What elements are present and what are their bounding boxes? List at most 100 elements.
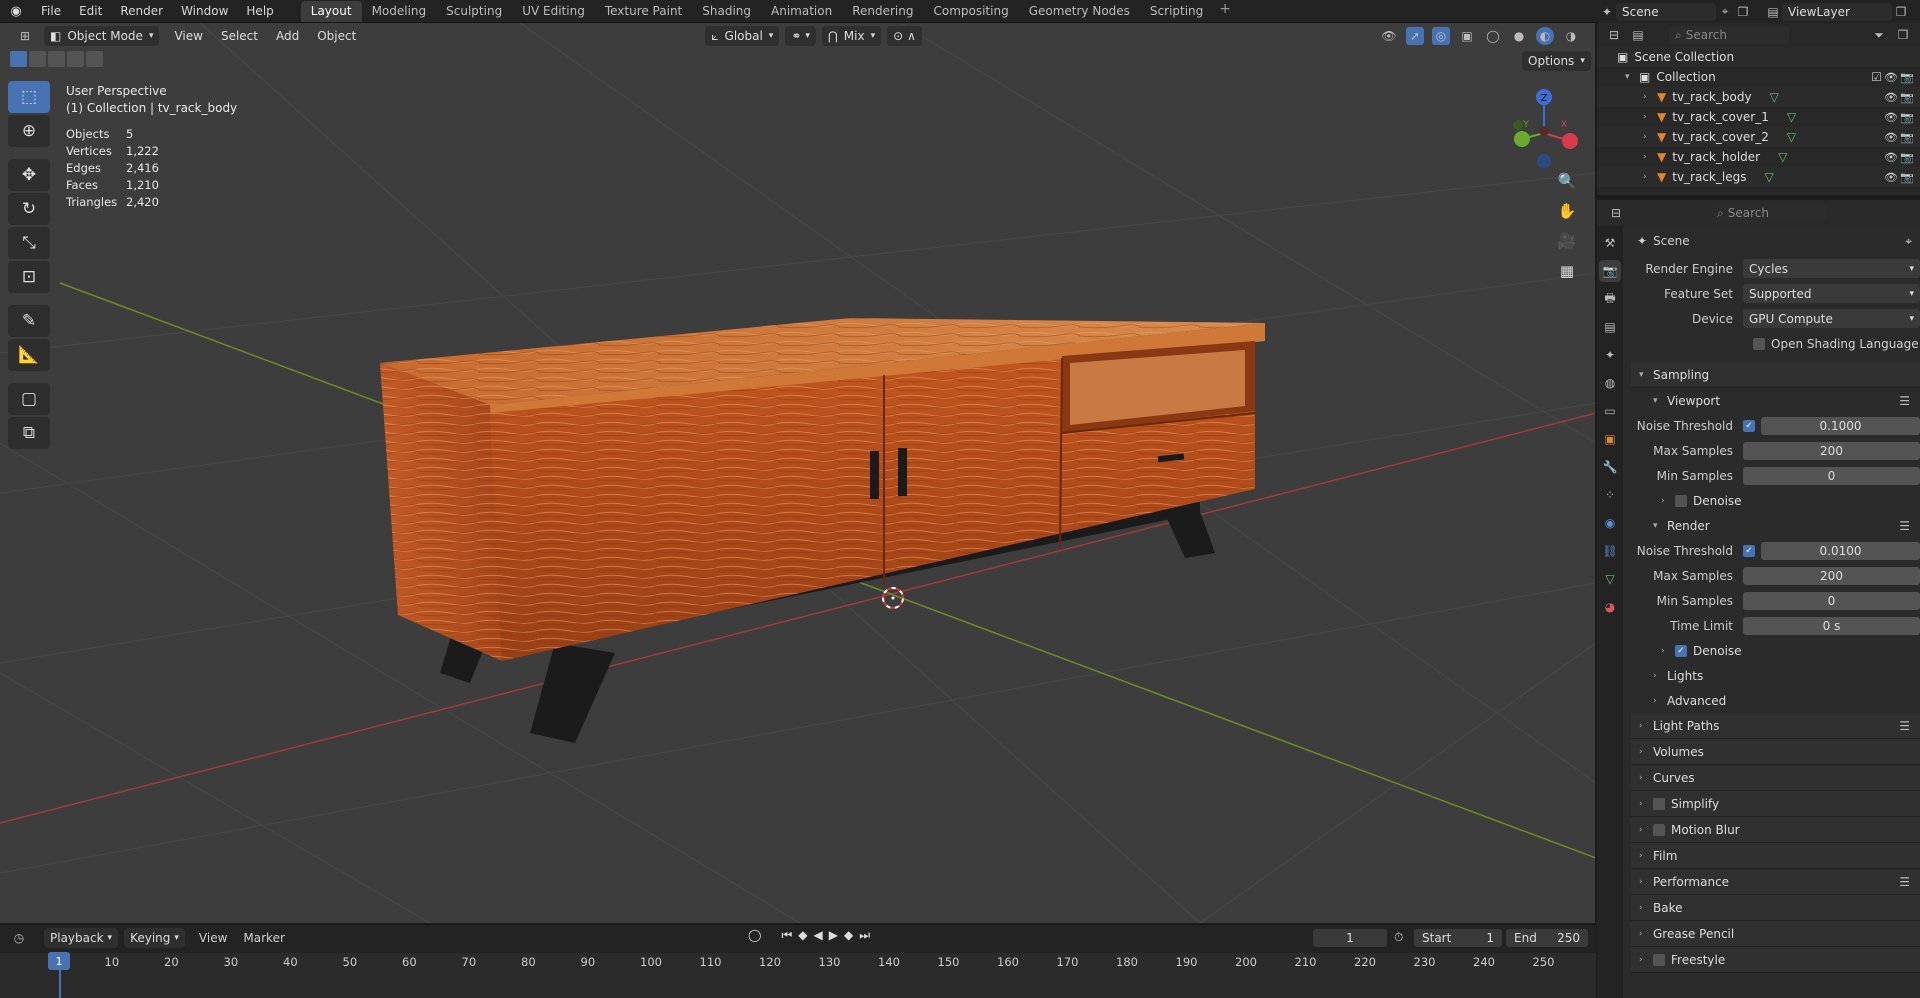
blender-logo-icon[interactable]: ◉ [0, 4, 32, 19]
tab-uv-editing[interactable]: UV Editing [512, 1, 595, 22]
vp-min-samples-field[interactable]: 0 [1743, 466, 1920, 485]
next-keyframe-icon[interactable]: ◆ [844, 928, 853, 943]
select-intersect-icon[interactable] [86, 51, 103, 67]
r-time-limit-field[interactable]: 0 s [1743, 616, 1920, 635]
view-layer-field[interactable]: ViewLayer [1782, 2, 1892, 21]
snap-dropdown[interactable]: ⋂ Mix ▾ [821, 26, 882, 46]
freestyle-checkbox[interactable] [1653, 953, 1665, 966]
mesh-data-icon[interactable]: ▽ [1770, 90, 1779, 104]
scene-name-field[interactable]: Scene [1616, 2, 1716, 21]
add-cube-tool-icon[interactable]: ▢ [8, 383, 50, 415]
chevron-right-icon[interactable]: › [1643, 132, 1657, 142]
play-reverse-icon[interactable]: ◀ [813, 928, 822, 943]
3d-viewport[interactable]: ⊞ ◧ Object Mode ▾ View Select Add Object… [0, 23, 1596, 923]
camera-view-icon[interactable]: 🎥 [1554, 229, 1580, 253]
freestyle-section[interactable]: › Freestyle [1631, 947, 1920, 973]
eye-icon[interactable]: 👁 [1884, 91, 1898, 104]
render-subsection[interactable]: ▾ Render ☰ [1631, 513, 1920, 538]
tab-rendering[interactable]: Rendering [842, 1, 923, 22]
playback-menu[interactable]: Playback ▾ [44, 928, 119, 948]
options-dropdown[interactable]: Options ▾ [1522, 51, 1591, 71]
scene-icon[interactable]: ✦ [1598, 3, 1616, 21]
render-camera-icon[interactable]: 📷 [1900, 151, 1914, 164]
outliner-object-row[interactable]: › ▼ tv_rack_cover_2 ▽ 👁 📷 [1597, 127, 1920, 147]
r-max-samples-field[interactable]: 200 [1743, 566, 1920, 585]
presets-list-icon[interactable]: ☰ [1899, 394, 1910, 408]
frame-ruler[interactable]: 10 20 30 40 50 60 70 80 90 100 110 120 130 140 150 160 1… [0, 953, 1596, 973]
select-extend-icon[interactable] [29, 51, 46, 67]
tab-layout[interactable]: Layout [300, 0, 362, 22]
device-dropdown[interactable]: GPU Compute ▾ [1743, 309, 1920, 328]
mesh-data-icon[interactable]: ▽ [1764, 170, 1773, 184]
performance-section[interactable]: › Performance ☰ [1631, 869, 1920, 895]
end-frame-field[interactable]: End 250 [1506, 929, 1588, 947]
chevron-down-icon[interactable]: ▾ [1625, 72, 1639, 82]
ortho-grid-icon[interactable]: ▦ [1554, 259, 1580, 283]
material-tab-icon[interactable]: ◕ [1599, 596, 1621, 618]
start-frame-field[interactable]: Start 1 [1414, 929, 1502, 947]
display-mode-icon[interactable]: ▤ [1629, 26, 1647, 44]
feature-set-dropdown[interactable]: Supported ▾ [1743, 284, 1920, 303]
tab-shading[interactable]: Shading [692, 1, 761, 22]
osl-checkbox[interactable] [1753, 337, 1765, 350]
solid-shading-icon[interactable]: ● [1510, 27, 1528, 45]
view-layer-tab-icon[interactable]: ▤ [1599, 316, 1621, 338]
outliner-search-input[interactable]: ⌕ Search [1669, 26, 1789, 44]
vp-noise-checkbox[interactable]: ✓ [1743, 419, 1755, 432]
vp-max-samples-field[interactable]: 200 [1743, 441, 1920, 460]
menu-file[interactable]: File [32, 4, 70, 18]
menu-add[interactable]: Add [267, 29, 308, 43]
prev-keyframe-icon[interactable]: ◆ [798, 928, 807, 943]
select-invert-icon[interactable] [67, 51, 84, 67]
timeline-marker-menu[interactable]: Marker [235, 931, 292, 945]
menu-edit[interactable]: Edit [70, 4, 111, 18]
render-camera-icon[interactable]: 📷 [1900, 71, 1914, 84]
timeline-view-menu[interactable]: View [191, 931, 235, 945]
chevron-right-icon[interactable]: › [1643, 92, 1657, 102]
transform-orientation-dropdown[interactable]: ⟀ Global ▾ [705, 26, 780, 46]
simplify-checkbox[interactable] [1653, 797, 1665, 810]
render-engine-dropdown[interactable]: Cycles ▾ [1743, 259, 1920, 278]
world-tab-icon[interactable]: ◍ [1599, 372, 1621, 394]
outliner-object-row[interactable]: › ▼ tv_rack_legs ▽ 👁 📷 [1597, 167, 1920, 187]
menu-window[interactable]: Window [172, 4, 237, 18]
menu-object[interactable]: Object [308, 29, 365, 43]
new-collection-icon[interactable]: ❐ [1894, 26, 1912, 44]
pan-hand-icon[interactable]: ✋ [1554, 199, 1580, 223]
tab-scripting[interactable]: Scripting [1140, 1, 1213, 22]
select-box-tool-icon[interactable]: ⬚ [8, 81, 50, 113]
vp-denoise-checkbox[interactable] [1675, 494, 1687, 507]
tool-tab-icon[interactable]: ⚒ [1599, 232, 1621, 254]
r-noise-threshold-field[interactable]: 0.0100 [1761, 541, 1920, 560]
visibility-icon[interactable]: 👁 [1380, 27, 1398, 45]
motion-blur-section[interactable]: › Motion Blur [1631, 817, 1920, 843]
eye-icon[interactable]: 👁 [1884, 71, 1898, 84]
viewport-subsection[interactable]: ▾ Viewport ☰ [1631, 388, 1920, 413]
mesh-data-icon[interactable]: ▽ [1787, 130, 1796, 144]
presets-list-icon[interactable]: ☰ [1899, 719, 1910, 733]
jump-end-icon[interactable]: ⏭ [859, 928, 870, 943]
new-view-layer-icon[interactable]: ❐ [1892, 3, 1910, 21]
light-paths-section[interactable]: › Light Paths ☰ [1631, 713, 1920, 739]
overlay-toggle-icon[interactable]: ◎ [1432, 27, 1450, 45]
film-section[interactable]: › Film [1631, 843, 1920, 869]
mesh-data-icon[interactable]: ▽ [1787, 110, 1796, 124]
mesh-data-icon[interactable]: ▽ [1778, 150, 1787, 164]
grease-pencil-section[interactable]: › Grease Pencil [1631, 921, 1920, 947]
particles-tab-icon[interactable]: ⁘ [1599, 484, 1621, 506]
constraints-tab-icon[interactable]: ⛓ [1599, 540, 1621, 562]
collection-tab-icon[interactable]: ▭ [1599, 400, 1621, 422]
r-denoise-checkbox[interactable]: ✓ [1675, 644, 1687, 657]
r-noise-checkbox[interactable]: ✓ [1743, 544, 1755, 557]
transform-tool-icon[interactable]: ⊡ [8, 261, 50, 293]
editor-type-icon[interactable]: ⊞ [16, 27, 34, 45]
rendered-shading-icon[interactable]: ◑ [1562, 27, 1580, 45]
measure-tool-icon[interactable]: 📐 [8, 339, 50, 371]
object-tab-icon[interactable]: ▣ [1599, 428, 1621, 450]
output-tab-icon[interactable]: 🖶 [1599, 288, 1621, 310]
wireframe-shading-icon[interactable]: ◯ [1484, 27, 1502, 45]
editor-type-icon[interactable]: ⊟ [1605, 26, 1623, 44]
annotate-tool-icon[interactable]: ✎ [8, 305, 50, 337]
properties-search-input[interactable]: ⌕ Search [1711, 204, 1827, 222]
eye-icon[interactable]: 👁 [1884, 151, 1898, 164]
